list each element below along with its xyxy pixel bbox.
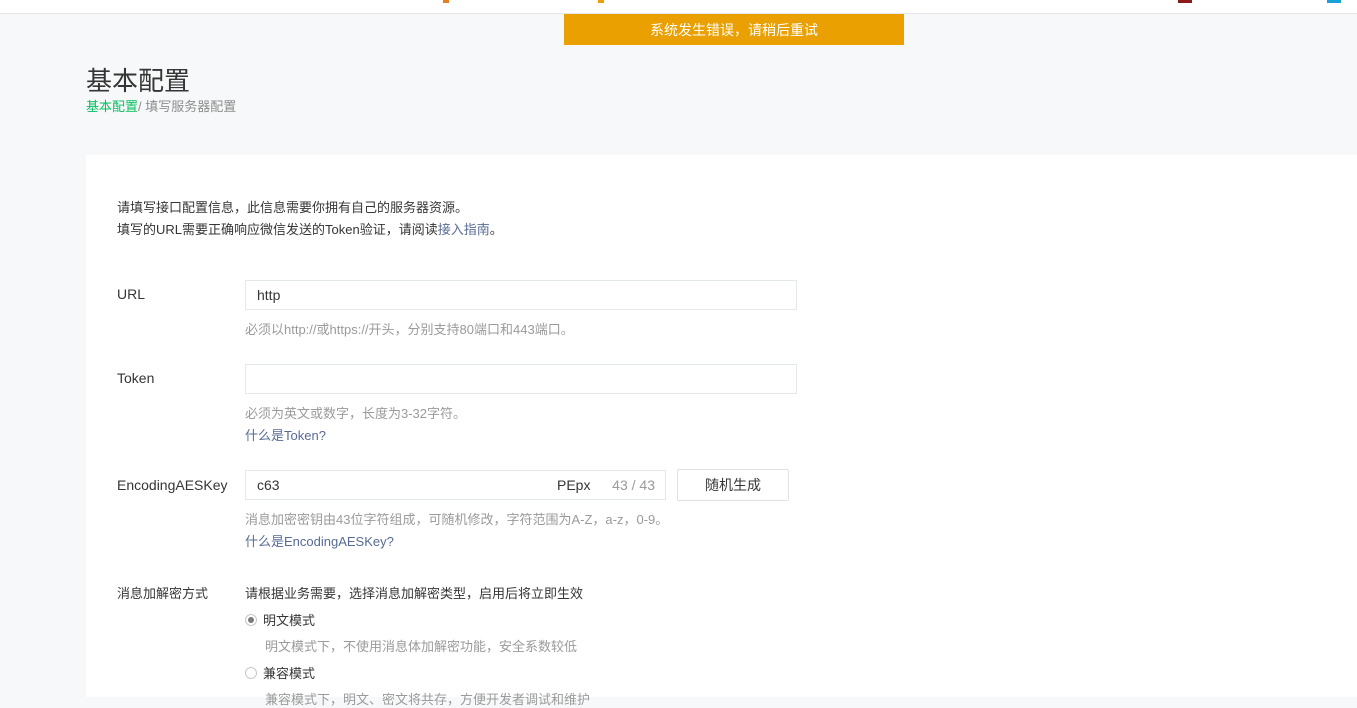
url-input[interactable]: http bbox=[245, 280, 797, 310]
access-guide-link[interactable]: 接入指南 bbox=[438, 222, 490, 237]
random-generate-button[interactable]: 随机生成 bbox=[677, 469, 789, 501]
compatible-mode-radio[interactable]: 兼容模式 bbox=[245, 663, 315, 682]
nav-indicator bbox=[443, 0, 449, 3]
intro-line-2-text: 填写的URL需要正确响应微信发送的Token验证，请阅读 bbox=[117, 222, 438, 237]
url-hint: 必须以http://或https://开头，分别支持80端口和443端口。 bbox=[245, 322, 574, 337]
breadcrumb-current: 填写服务器配置 bbox=[145, 99, 237, 114]
what-is-token-link[interactable]: 什么是Token? bbox=[245, 425, 326, 444]
url-label: URL bbox=[117, 286, 146, 302]
aes-key-label: EncodingAESKey bbox=[117, 477, 228, 493]
breadcrumb-root-link[interactable]: 基本配置 bbox=[86, 99, 138, 114]
plaintext-mode-label: 明文模式 bbox=[263, 613, 316, 628]
aes-key-value-end: PEpx bbox=[557, 477, 591, 493]
top-navigation-bar bbox=[0, 0, 1357, 14]
nav-indicator bbox=[1178, 0, 1192, 3]
breadcrumb: 基本配置/ 填写服务器配置 bbox=[86, 96, 236, 115]
nav-indicator bbox=[1327, 0, 1341, 3]
compatible-mode-label: 兼容模式 bbox=[263, 666, 316, 681]
encryption-mode-label: 消息加解密方式 bbox=[117, 586, 209, 601]
aes-key-hint: 消息加密密钥由43位字符组成，可随机修改，字符范围为A-Z，a-z，0-9。 bbox=[245, 512, 669, 527]
nav-indicator bbox=[598, 0, 604, 3]
url-input-value: http bbox=[257, 287, 281, 303]
error-toast-message: 系统发生错误，请稍后重试 bbox=[650, 21, 818, 38]
token-hint: 必须为英文或数字，长度为3-32字符。 bbox=[245, 406, 467, 421]
what-is-aes-key-link[interactable]: 什么是EncodingAESKey? bbox=[245, 531, 394, 550]
aes-key-counter: 43 / 43 bbox=[612, 477, 655, 493]
plaintext-mode-radio[interactable]: 明文模式 bbox=[245, 610, 315, 629]
compatible-mode-description: 兼容模式下，明文、密文将共存，方便开发者调试和维护 bbox=[265, 692, 591, 707]
aes-key-value-start: c63 bbox=[257, 477, 280, 493]
radio-checked-icon bbox=[245, 613, 257, 626]
encryption-mode-description: 请根据业务需要，选择消息加解密类型，启用后将立即生效 bbox=[245, 586, 584, 601]
server-config-card: 请填写接口配置信息，此信息需要你拥有自己的服务器资源。 填写的URL需要正确响应… bbox=[86, 155, 1357, 707]
intro-line-2: 填写的URL需要正确响应微信发送的Token验证，请阅读接入指南。 bbox=[117, 219, 503, 241]
aes-key-input[interactable]: c63 PEpx 43 / 43 bbox=[245, 470, 666, 500]
error-toast: 系统发生错误，请稍后重试 bbox=[564, 14, 904, 45]
token-label: Token bbox=[117, 370, 155, 386]
intro-text: 请填写接口配置信息，此信息需要你拥有自己的服务器资源。 填写的URL需要正确响应… bbox=[117, 197, 503, 241]
token-input[interactable] bbox=[245, 364, 797, 394]
page-title: 基本配置 bbox=[86, 66, 191, 97]
intro-line-1: 请填写接口配置信息，此信息需要你拥有自己的服务器资源。 bbox=[117, 200, 469, 215]
radio-unchecked-icon bbox=[245, 666, 257, 679]
plaintext-mode-description: 明文模式下，不使用消息体加解密功能，安全系数较低 bbox=[265, 639, 578, 654]
intro-line-2-suffix: 。 bbox=[489, 222, 503, 237]
